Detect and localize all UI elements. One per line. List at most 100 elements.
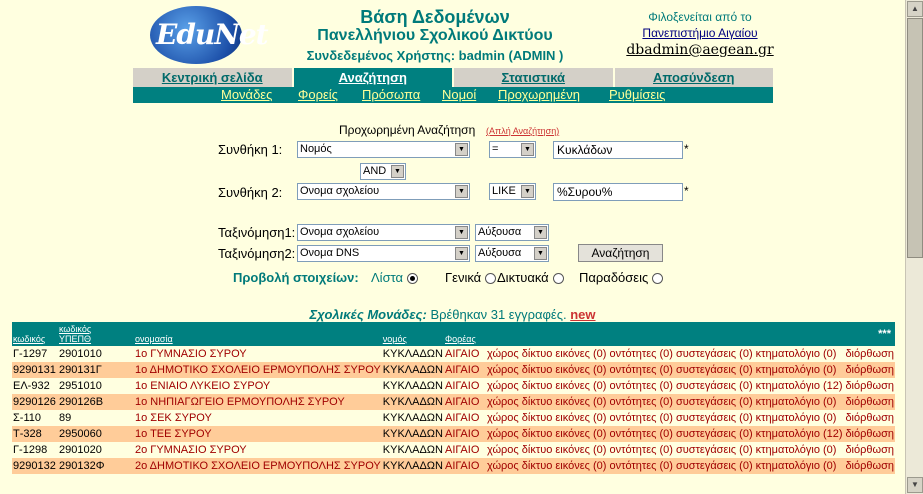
cell-edit-link[interactable]: διόρθωση <box>844 346 895 362</box>
condition1-operator-select[interactable]: = ▼ <box>489 141 536 158</box>
cell-foreas-link[interactable]: ΑΙΓΑΙΟ <box>444 378 486 394</box>
sort2-direction-select[interactable]: Αύξουσα ▼ <box>475 245 549 262</box>
condition2-value-input[interactable]: %Συρου% <box>553 183 683 201</box>
subnav-settings[interactable]: Ρυθμίσεις <box>609 87 665 103</box>
cell-ypepth: 290132Φ <box>59 460 105 472</box>
advanced-search-title: Προχωρημένη Αναζήτηση <box>339 123 476 137</box>
sort1-direction-select[interactable]: Αύξουσα ▼ <box>475 224 549 241</box>
condition1-field-select[interactable]: Νομός ▼ <box>297 141 470 158</box>
tab-search[interactable]: Αναζήτηση <box>293 68 452 87</box>
col-header-name[interactable]: ονομασία <box>134 322 382 346</box>
cell-code: 9290131 <box>13 364 56 376</box>
cell-foreas-link[interactable]: ΑΙΓΑΙΟ <box>444 362 486 378</box>
cell-name: 1ο ΝΗΠΙΑΓΩΓΕΙΟ ΕΡΜΟΥΠΟΛΗΣ ΣΥΡΟΥ <box>135 396 345 408</box>
radio-icon[interactable] <box>552 273 564 285</box>
cell-ypepth: 2950060 <box>59 428 102 440</box>
cell-edit-link[interactable]: διόρθωση <box>844 378 895 394</box>
col-header-nomos[interactable]: νομός <box>382 322 444 346</box>
cell-foreas-link[interactable]: ΑΙΓΑΙΟ <box>444 410 486 426</box>
view-option-list[interactable]: Λίστα <box>371 270 419 285</box>
vertical-scrollbar[interactable]: ▲ ▼ <box>905 0 923 494</box>
condition1-operator-value: = <box>492 143 499 155</box>
condition1-value-input[interactable]: Κυκλάδων <box>553 141 683 159</box>
results-title: Σχολικές Μονάδες: <box>309 307 427 322</box>
search-button[interactable]: Αναζήτηση <box>578 244 663 262</box>
host-org-link[interactable]: Πανεπιστήμιο Αιγαίου <box>620 26 780 40</box>
cell-edit-link[interactable]: διόρθωση <box>844 426 895 442</box>
view-option-deliveries[interactable]: Παραδόσεις <box>579 270 664 285</box>
cell-foreas-link[interactable]: ΑΙΓΑΙΟ <box>444 426 486 442</box>
subnav-persons[interactable]: Πρόσωπα <box>362 87 420 103</box>
cell-nomos: ΚΥΚΛΑΔΩΝ <box>382 460 443 472</box>
view-option-general[interactable]: Γενικά <box>445 270 497 285</box>
page-title: Βάση Δεδομένων <box>360 7 510 27</box>
tab-logout[interactable]: Αποσύνδεση <box>614 68 773 87</box>
radio-icon[interactable] <box>652 273 664 285</box>
cell-code: 9290132 <box>13 460 56 472</box>
cell-name: 1ο ΤΕΕ ΣΥΡΟΥ <box>135 428 212 440</box>
sub-nav: Μονάδες Φορείς Πρόσωπα Νομοί Προχωρημένη… <box>133 87 773 103</box>
join-operator-select[interactable]: AND ▼ <box>360 163 406 180</box>
cell-actions-links[interactable]: χώρος δίκτυο εικόνες (0) οντότητες (0) σ… <box>486 458 844 474</box>
required-star: * <box>684 142 689 156</box>
cell-foreas-link[interactable]: ΑΙΓΑΙΟ <box>444 394 486 410</box>
cell-foreas-link[interactable]: ΑΙΓΑΙΟ <box>444 458 486 474</box>
sort1-label: Ταξινόμηση1: <box>218 225 296 240</box>
edunet-logo[interactable]: EduNet <box>150 6 269 64</box>
condition2-field-value: Ονομα σχολείου <box>300 185 380 197</box>
subnav-bodies[interactable]: Φορείς <box>298 87 338 103</box>
condition2-operator-select[interactable]: LIKE ▼ <box>489 183 536 200</box>
col-header-foreas[interactable]: Φορέας <box>444 322 486 346</box>
sort1-field-select[interactable]: Ονομα σχολείου ▼ <box>297 224 470 241</box>
cell-edit-link[interactable]: διόρθωση <box>844 362 895 378</box>
cell-actions-links[interactable]: χώρος δίκτυο εικόνες (0) οντότητες (0) σ… <box>486 362 844 378</box>
scroll-up-icon[interactable]: ▲ <box>907 1 923 17</box>
subnav-units[interactable]: Μονάδες <box>221 87 272 103</box>
cell-actions-links[interactable]: χώρος δίκτυο εικόνες (0) οντότητες (0) σ… <box>486 426 844 442</box>
cell-code: ΕΛ-932 <box>13 380 50 392</box>
cell-actions-links[interactable]: χώρος δίκτυο εικόνες (0) οντότητες (0) σ… <box>486 410 844 426</box>
cell-nomos: ΚΥΚΛΑΔΩΝ <box>382 412 443 424</box>
join-operator-value: AND <box>363 165 387 177</box>
table-row: 9290132 290132Φ 2ο ΔΗΜΟΤΙΚΟ ΣΧΟΛΕΙΟ ΕΡΜΟΥΠ… <box>12 458 895 474</box>
cell-ypepth: 2901010 <box>59 348 102 360</box>
cell-edit-link[interactable]: διόρθωση <box>844 442 895 458</box>
col-header-code[interactable]: κωδικός <box>12 322 58 346</box>
cell-code: Σ-110 <box>13 412 41 424</box>
chevron-down-icon: ▼ <box>534 247 547 260</box>
host-email-link[interactable]: dbadmin@aegean.gr <box>620 42 780 58</box>
tab-home[interactable]: Κεντρική σελίδα <box>133 68 292 87</box>
cell-edit-link[interactable]: διόρθωση <box>844 458 895 474</box>
cell-actions-links[interactable]: χώρος δίκτυο εικόνες (0) οντότητες (0) σ… <box>486 346 844 362</box>
subnav-prefectures[interactable]: Νομοί <box>442 87 476 103</box>
sort1-field-value: Ονομα σχολείου <box>300 226 380 238</box>
cell-edit-link[interactable]: διόρθωση <box>844 394 895 410</box>
radio-icon[interactable] <box>485 273 497 285</box>
scroll-thumb[interactable] <box>907 18 923 258</box>
cell-edit-link[interactable]: διόρθωση <box>844 410 895 426</box>
chevron-down-icon: ▼ <box>455 247 468 260</box>
new-unit-link[interactable]: new <box>570 307 595 322</box>
cell-actions-links[interactable]: χώρος δίκτυο εικόνες (0) οντότητες (0) σ… <box>486 442 844 458</box>
required-star: * <box>684 184 689 198</box>
sort2-label: Ταξινόμηση2: <box>218 246 296 261</box>
sort2-field-select[interactable]: Ονομα DNS ▼ <box>297 245 470 262</box>
chevron-down-icon: ▼ <box>455 143 468 156</box>
view-option-general-label: Γενικά <box>445 270 482 285</box>
view-option-network[interactable]: Δικτυακά <box>497 270 564 285</box>
results-summary: Σχολικές Μονάδες: Βρέθηκαν 31 εγγραφές. … <box>0 307 905 322</box>
condition2-field-select[interactable]: Ονομα σχολείου ▼ <box>297 183 470 200</box>
radio-selected-icon[interactable] <box>407 273 419 285</box>
cell-foreas-link[interactable]: ΑΙΓΑΙΟ <box>444 346 486 362</box>
simple-search-link[interactable]: (Απλή Αναζήτηση) <box>486 126 559 136</box>
main-nav: Κεντρική σελίδα Αναζήτηση Στατιστικά Απο… <box>133 68 773 87</box>
scroll-down-icon[interactable]: ▼ <box>907 477 923 493</box>
col-header-links <box>486 322 844 346</box>
col-header-ypepth[interactable]: κωδικός ΥΠΕΠΘ <box>58 322 134 346</box>
cell-foreas-link[interactable]: ΑΙΓΑΙΟ <box>444 442 486 458</box>
chevron-down-icon: ▼ <box>521 143 534 156</box>
cell-actions-links[interactable]: χώρος δίκτυο εικόνες (0) οντότητες (0) σ… <box>486 378 844 394</box>
subnav-advanced[interactable]: Προχωρημένη <box>498 87 580 103</box>
tab-statistics[interactable]: Στατιστικά <box>454 68 613 87</box>
cell-actions-links[interactable]: χώρος δίκτυο εικόνες (0) οντότητες (0) σ… <box>486 394 844 410</box>
